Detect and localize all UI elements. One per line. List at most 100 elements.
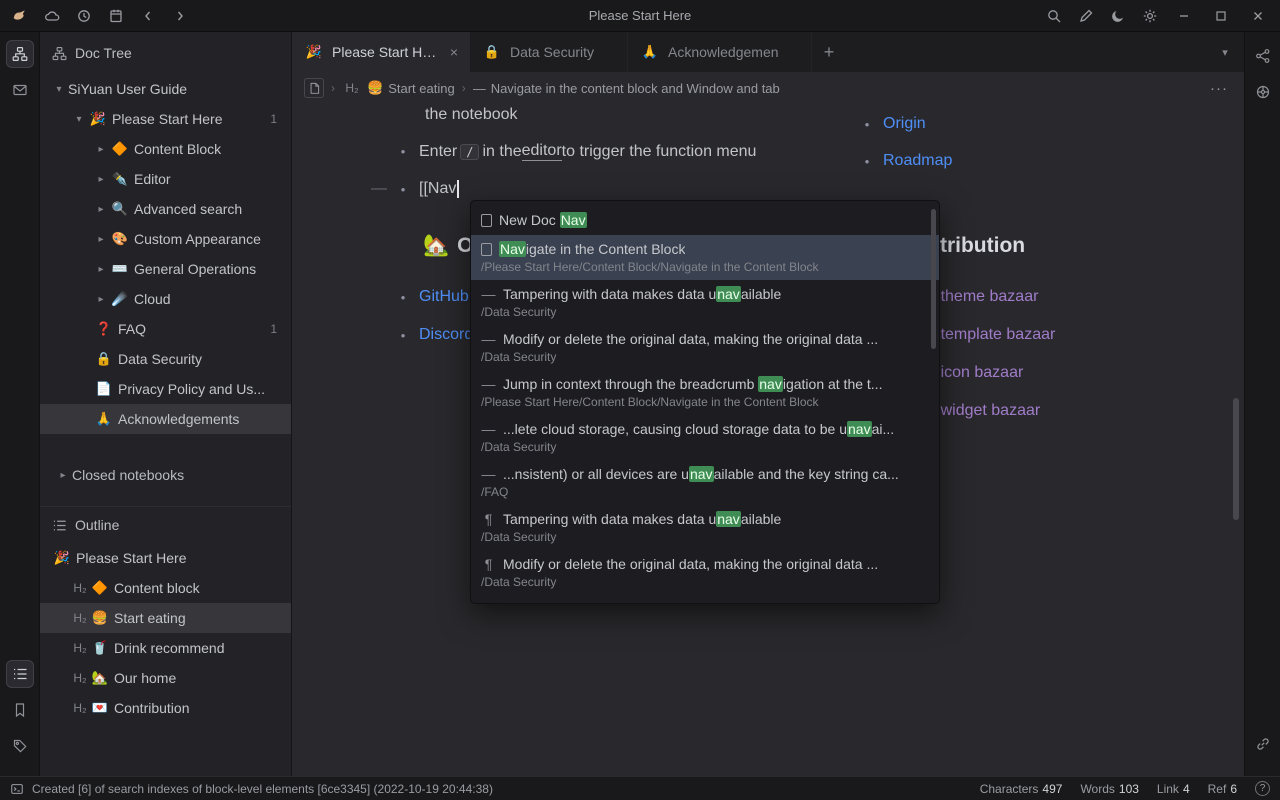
search-result[interactable]: — ...lete cloud storage, causing cloud s…: [471, 415, 939, 460]
breadcrumb-heading[interactable]: H₂ 🍔 Start eating: [342, 80, 455, 96]
chevron-right-icon[interactable]: ▸: [92, 174, 110, 185]
chevron-right-icon[interactable]: ▸: [92, 204, 110, 215]
outline-item-start-eating[interactable]: H₂ 🍔 Start eating: [40, 603, 291, 633]
status-bar: Created [6] of search indexes of block-l…: [0, 776, 1280, 800]
match-highlight: nav: [847, 421, 872, 437]
chevron-down-icon[interactable]: ▾: [50, 84, 68, 95]
tree-item-content-block[interactable]: ▸ 🔶 Content Block: [40, 134, 291, 164]
outline-item-root[interactable]: 🎉 Please Start Here: [40, 543, 291, 573]
search-result[interactable]: — ...nsistent) or all devices are unavai…: [471, 460, 939, 505]
result-path: /Data Security: [481, 440, 929, 455]
chevron-down-icon[interactable]: ▾: [70, 114, 88, 125]
doc-count-badge: 1: [262, 322, 285, 336]
outline-item-content-block[interactable]: H₂ 🔶 Content block: [40, 573, 291, 603]
dock-outline-icon[interactable]: [6, 660, 34, 688]
outline-item-drink-recommend[interactable]: H₂ 🥤 Drink recommend: [40, 633, 291, 663]
tab-acknowledgements[interactable]: 🙏 Acknowledgemen: [628, 32, 812, 72]
dock-backlink-icon[interactable]: [1249, 730, 1277, 758]
maximize-button[interactable]: [1207, 4, 1235, 27]
search-result[interactable]: — Modify or delete the original data, ma…: [471, 325, 939, 370]
search-result-new-doc[interactable]: New Doc Nav: [471, 204, 939, 235]
data-history-icon[interactable]: [72, 4, 95, 27]
daily-note-icon[interactable]: [104, 4, 127, 27]
breadcrumb-separator: ›: [331, 81, 335, 95]
right-dock: [1244, 32, 1280, 776]
tab-data-security[interactable]: 🔒 Data Security: [470, 32, 628, 72]
breadcrumb-block[interactable]: — Navigate in the content block and Wind…: [473, 81, 1199, 96]
result-text: ...lete cloud storage, causing cloud sto…: [503, 421, 847, 437]
outline-label: Start eating: [114, 610, 285, 626]
tab-close-icon[interactable]: ×: [450, 44, 458, 60]
sync-cloud-icon[interactable]: [40, 4, 63, 27]
chevron-right-icon[interactable]: ▸: [92, 144, 110, 155]
list-item-roadmap[interactable]: • Roadmap: [859, 152, 952, 170]
help-icon[interactable]: ?: [1255, 781, 1270, 796]
edit-mode-icon[interactable]: [1074, 4, 1097, 27]
dock-file-tree-icon[interactable]: [6, 40, 34, 68]
list-item-marker: —: [481, 465, 496, 483]
closed-notebooks-row[interactable]: ▸ Closed notebooks: [40, 460, 291, 490]
search-result[interactable]: ¶ Tampering with data makes data unavail…: [471, 505, 939, 550]
tab-please-start-here[interactable]: 🎉 Please Start Here ×: [292, 32, 470, 72]
block-gutter-icon[interactable]: —: [369, 180, 389, 198]
roadmap-link[interactable]: Roadmap: [883, 152, 952, 170]
chevron-right-icon[interactable]: ▸: [92, 264, 110, 275]
breadcrumb-doc-icon[interactable]: [304, 78, 324, 98]
tree-item-custom-appearance[interactable]: ▸ 🎨 Custom Appearance: [40, 224, 291, 254]
heading-emoji: 💌: [90, 700, 110, 716]
tree-item-data-security[interactable]: 🔒 Data Security: [40, 344, 291, 374]
doc-tree-panel-title: Doc Tree: [75, 45, 132, 61]
minimize-button[interactable]: [1170, 4, 1198, 27]
dock-inbox-icon[interactable]: [6, 76, 34, 104]
dock-graph-icon[interactable]: [1249, 42, 1277, 70]
list-item-slash-hint[interactable]: • Enter / in the editor to trigger the f…: [395, 142, 756, 161]
search-icon[interactable]: [1042, 4, 1065, 27]
dock-tag-icon[interactable]: [6, 732, 34, 760]
editor-scrollbar-thumb[interactable]: [1233, 398, 1239, 520]
list-item-github[interactable]: • GitHub: [395, 288, 469, 306]
paragraph-wrapped-line[interactable]: the notebook: [425, 106, 518, 124]
doc-icon: [481, 243, 492, 256]
dock-global-graph-icon[interactable]: [1249, 78, 1277, 106]
search-result[interactable]: ¶ Modify or delete the original data, ma…: [471, 550, 939, 595]
close-button[interactable]: [1244, 4, 1272, 27]
tree-item-acknowledgements[interactable]: 🙏 Acknowledgements: [40, 404, 291, 434]
tree-item-please-start-here[interactable]: ▾ 🎉 Please Start Here 1: [40, 104, 291, 134]
tab-overflow-icon[interactable]: ▾: [1206, 32, 1244, 72]
search-result[interactable]: — Jump in context through the breadcrumb…: [471, 370, 939, 415]
doc-label: Please Start Here: [112, 111, 262, 127]
list-item-discord[interactable]: • Discord: [395, 326, 473, 344]
new-tab-button[interactable]: +: [812, 32, 846, 72]
tree-item-faq[interactable]: ❓ FAQ 1: [40, 314, 291, 344]
tree-item-cloud[interactable]: ▸ ☄️ Cloud: [40, 284, 291, 314]
chevron-right-icon[interactable]: ▸: [92, 234, 110, 245]
tree-item-advanced-search[interactable]: ▸ 🔍 Advanced search: [40, 194, 291, 224]
list-item-ref-typing[interactable]: — • [[Nav: [369, 180, 459, 198]
tree-item-privacy-policy[interactable]: 📄 Privacy Policy and Us...: [40, 374, 291, 404]
go-back-icon[interactable]: [136, 4, 159, 27]
breadcrumb-more-icon[interactable]: ···: [1206, 80, 1232, 97]
dock-bookmark-icon[interactable]: [6, 696, 34, 724]
list-item-origin[interactable]: • Origin: [859, 115, 926, 133]
bullet-icon: •: [859, 117, 875, 132]
search-result[interactable]: — Tampering with data makes data unavail…: [471, 280, 939, 325]
tree-item-editor[interactable]: ▸ ✒️ Editor: [40, 164, 291, 194]
popup-scrollbar-thumb[interactable]: [931, 209, 936, 349]
chevron-right-icon[interactable]: ▸: [92, 294, 110, 305]
outline-item-our-home[interactable]: H₂ 🏡 Our home: [40, 663, 291, 693]
settings-gear-icon[interactable]: [1138, 4, 1161, 27]
discord-link[interactable]: Discord: [419, 326, 473, 344]
outline-item-contribution[interactable]: H₂ 💌 Contribution: [40, 693, 291, 723]
chevron-right-icon[interactable]: ▸: [54, 470, 72, 481]
theme-moon-icon[interactable]: [1106, 4, 1129, 27]
editor-ref-link[interactable]: editor: [522, 142, 562, 161]
origin-link[interactable]: Origin: [883, 115, 926, 133]
list-item-marker: —: [481, 285, 496, 303]
counter-label: Ref: [1208, 782, 1227, 796]
tree-item-general-operations[interactable]: ▸ ⌨️ General Operations: [40, 254, 291, 284]
siyuan-logo-icon[interactable]: [8, 4, 31, 27]
github-link[interactable]: GitHub: [419, 288, 469, 306]
go-forward-icon[interactable]: [168, 4, 191, 27]
notebook-row[interactable]: ▾ SiYuan User Guide: [40, 74, 291, 104]
search-result-selected[interactable]: Navigate in the Content Block /Please St…: [471, 235, 939, 280]
